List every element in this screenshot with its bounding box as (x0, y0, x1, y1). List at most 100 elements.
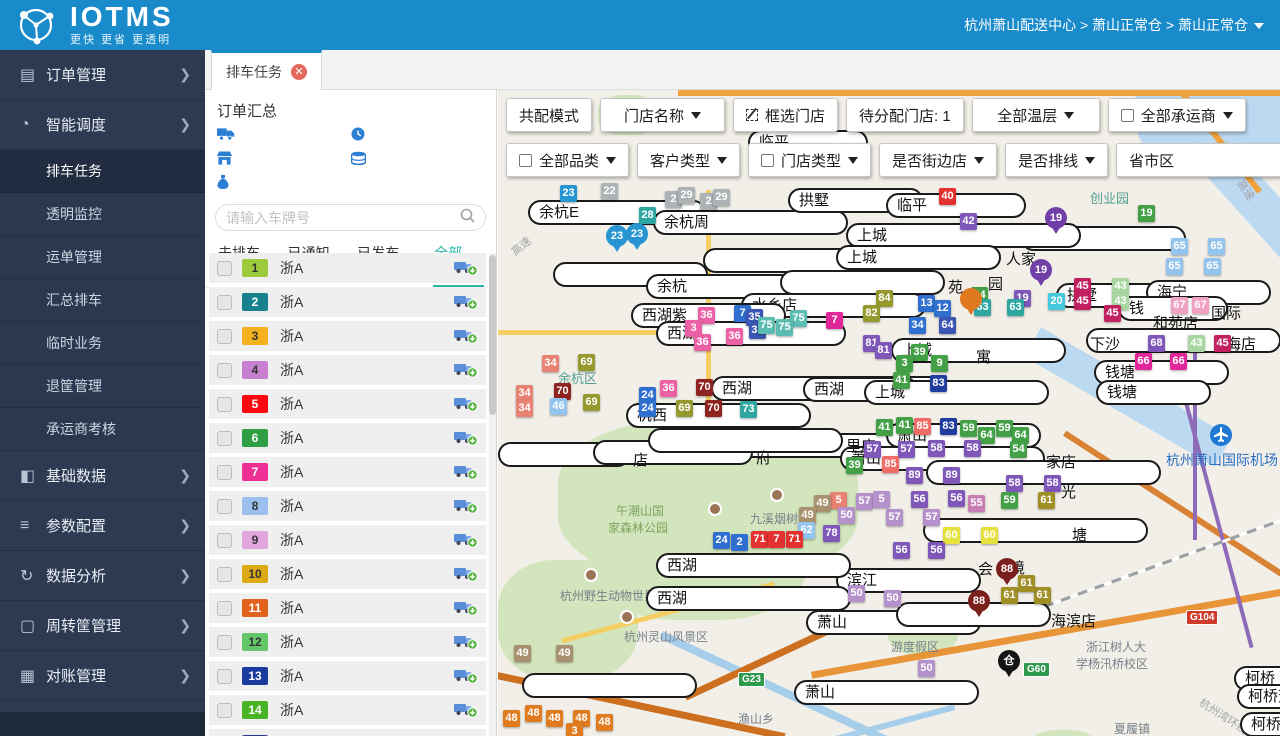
sidebar-subitem-透明监控[interactable]: 透明监控 (0, 193, 205, 236)
tab-paiche-renwu[interactable]: 排车任务 ✕ (211, 50, 322, 90)
store-marker[interactable]: 23 (560, 185, 577, 202)
store-marker[interactable]: 60 (943, 527, 960, 544)
dispatch-truck-icon[interactable] (454, 702, 478, 718)
store-marker[interactable]: 58 (1006, 475, 1023, 492)
store-marker[interactable]: 13 (918, 295, 935, 312)
store-marker[interactable]: 19 (1138, 205, 1155, 222)
row-checkbox[interactable] (217, 430, 232, 446)
filter-全部承运商[interactable]: 全部承运商 (1107, 98, 1246, 132)
store-marker[interactable]: 24 (713, 532, 730, 549)
vehicle-row[interactable]: 4 浙A (209, 355, 486, 385)
store-marker[interactable]: 2 (731, 534, 748, 551)
sidebar-item-周转筐管理[interactable]: ▢ 周转筐管理 ❯ (0, 601, 205, 651)
store-label-box[interactable]: 柯桥芳 (1237, 684, 1280, 709)
store-marker[interactable]: 71 (786, 531, 803, 548)
store-marker[interactable]: 56 (911, 491, 928, 508)
store-marker[interactable]: 67 (1171, 297, 1188, 314)
vehicle-row[interactable]: 14 浙A (209, 695, 486, 725)
store-marker[interactable]: 75 (776, 319, 793, 336)
sidebar-item-对账管理[interactable]: ▦ 对账管理 ❯ (0, 651, 205, 701)
store-label-box[interactable]: 柯桥中 (1240, 712, 1280, 736)
dispatch-truck-icon[interactable] (454, 430, 478, 446)
dispatch-truck-icon[interactable] (454, 668, 478, 684)
store-marker[interactable]: 50 (918, 660, 935, 677)
store-marker[interactable]: 69 (578, 354, 595, 371)
store-marker[interactable]: 48 (596, 714, 613, 731)
filter-客户类型[interactable]: 客户类型 (637, 143, 741, 177)
dispatch-truck-icon[interactable] (454, 396, 478, 412)
scrollbar-thumb[interactable] (489, 255, 496, 415)
checkbox[interactable] (761, 153, 775, 167)
store-marker[interactable]: 57 (898, 441, 915, 458)
filter-省市区[interactable]: 省市区 (1116, 143, 1280, 177)
store-marker[interactable]: 41 (876, 419, 893, 436)
vehicle-row[interactable]: 12 浙A (209, 627, 486, 657)
store-marker[interactable]: 48 (503, 710, 520, 727)
warehouse-breadcrumb[interactable]: 杭州萧山配送中心 > 萧山正常仓 > 萧山正常仓 (964, 0, 1264, 50)
sidebar-item-参数配置[interactable]: ≡ 参数配置 ❯ (0, 501, 205, 551)
store-marker[interactable]: 89 (906, 467, 923, 484)
row-checkbox[interactable] (217, 260, 232, 276)
store-marker[interactable]: 83 (930, 375, 947, 392)
checkbox[interactable] (1120, 108, 1134, 122)
store-marker[interactable]: 7 (768, 531, 785, 548)
store-marker[interactable]: 36 (726, 328, 743, 345)
store-marker[interactable]: 55 (968, 495, 985, 512)
filter-全部温层[interactable]: 全部温层 (971, 98, 1100, 132)
store-marker[interactable]: 69 (583, 394, 600, 411)
store-label-box[interactable] (780, 270, 945, 295)
store-marker[interactable]: 60 (981, 527, 998, 544)
store-marker[interactable]: 48 (525, 705, 542, 722)
store-marker[interactable]: 70 (696, 379, 713, 396)
store-marker[interactable]: 58 (928, 440, 945, 457)
row-checkbox[interactable] (217, 328, 232, 344)
store-marker[interactable]: 45 (1214, 335, 1231, 352)
vehicle-row[interactable]: 9 浙A (209, 525, 486, 555)
store-label-box[interactable]: 上城 (864, 380, 1049, 405)
store-marker[interactable]: 49 (556, 645, 573, 662)
map-pin[interactable]: 23 (626, 223, 648, 250)
store-marker[interactable]: 66 (1135, 353, 1152, 370)
sidebar-subitem-承运商考核[interactable]: 承运商考核 (0, 408, 205, 451)
store-marker[interactable]: 69 (676, 400, 693, 417)
dispatch-truck-icon[interactable] (454, 600, 478, 616)
vehicle-row[interactable]: 8 浙A (209, 491, 486, 521)
store-marker[interactable]: 45 (1104, 305, 1121, 322)
filter-是否排线[interactable]: 是否排线 (1005, 143, 1109, 177)
store-marker[interactable]: 39 (846, 457, 863, 474)
store-marker[interactable]: 81 (875, 342, 892, 359)
store-marker[interactable]: 41 (896, 417, 913, 434)
store-label-box[interactable] (522, 673, 697, 698)
store-marker[interactable]: 56 (948, 490, 965, 507)
store-marker[interactable]: 41 (893, 372, 910, 389)
store-label-box[interactable]: 临平 (886, 193, 1026, 218)
store-marker[interactable]: 59 (960, 420, 977, 437)
store-marker[interactable]: 3 (896, 355, 913, 372)
store-marker[interactable]: 65 (1171, 238, 1188, 255)
store-marker[interactable]: 49 (814, 495, 831, 512)
checkbox[interactable] (519, 153, 532, 167)
store-label-box[interactable]: 西湖 (646, 586, 851, 611)
store-marker[interactable]: 39 (911, 344, 928, 361)
store-marker[interactable]: 57 (923, 509, 940, 526)
store-marker[interactable]: 43 (1188, 335, 1205, 352)
warehouse-pin[interactable]: 仓 (998, 650, 1020, 677)
store-marker[interactable]: 56 (928, 542, 945, 559)
store-marker[interactable]: 50 (884, 590, 901, 607)
store-marker[interactable]: 67 (1192, 297, 1209, 314)
vehicle-row[interactable]: 13 浙A (209, 661, 486, 691)
row-checkbox[interactable] (217, 668, 232, 684)
store-marker[interactable]: 75 (758, 317, 775, 334)
store-marker[interactable]: 42 (960, 213, 977, 230)
store-marker[interactable]: 59 (996, 420, 1013, 437)
store-marker[interactable]: 85 (882, 456, 899, 473)
store-marker[interactable]: 34 (516, 400, 533, 417)
list-scrollbar[interactable] (489, 253, 496, 736)
store-marker[interactable]: 20 (1048, 293, 1065, 310)
map-pin[interactable]: 23 (606, 225, 628, 252)
dispatch-truck-icon[interactable] (454, 566, 478, 582)
vehicle-row[interactable]: 7 浙A (209, 457, 486, 487)
map-pin[interactable]: 19 (1045, 207, 1067, 234)
store-marker[interactable]: 29 (678, 187, 695, 204)
dispatch-truck-icon[interactable] (454, 532, 478, 548)
